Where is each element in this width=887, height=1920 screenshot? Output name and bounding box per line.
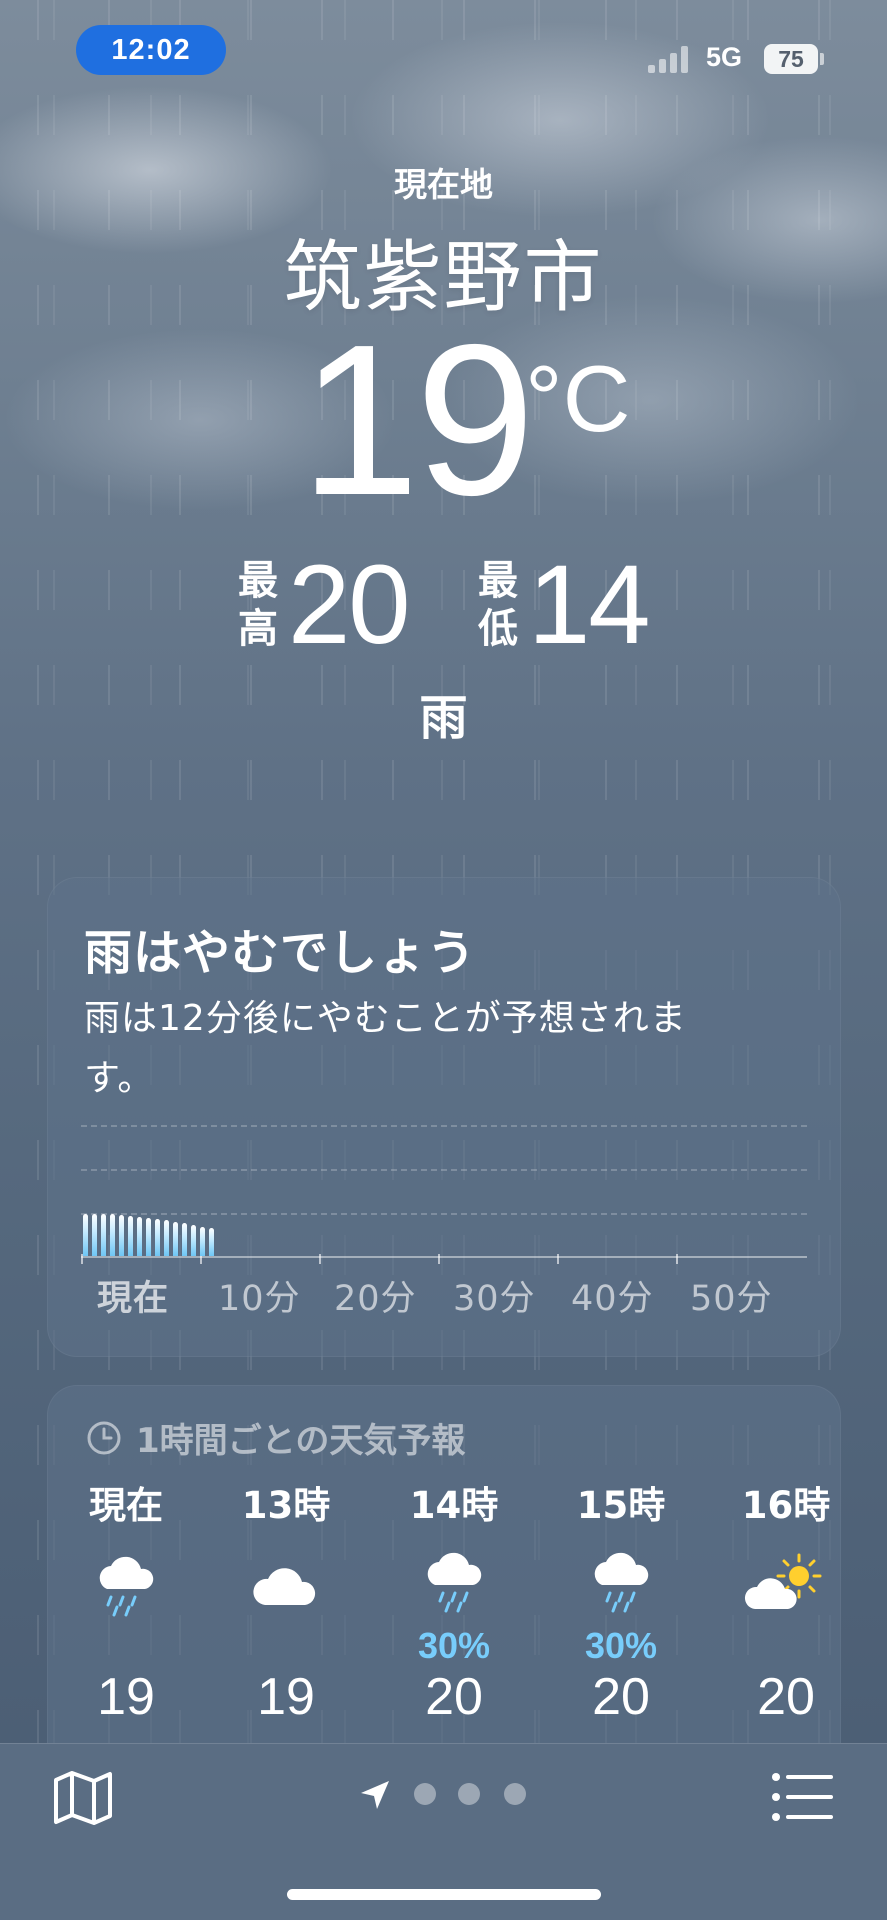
precip-chance: 30% (417, 1625, 491, 1666)
map-icon[interactable] (52, 1768, 114, 1828)
precip-bar (110, 1214, 115, 1256)
hour-column: 15時 30% 20 (556, 1475, 686, 1727)
low-temperature: 最 低 14 (478, 542, 651, 667)
low-label-1: 最 (478, 558, 518, 604)
precip-bar (119, 1215, 124, 1256)
page-dot-1[interactable] (414, 1783, 436, 1805)
hour-temp: 20 (425, 1668, 483, 1726)
page-dot-2[interactable] (458, 1783, 480, 1805)
graph-tick (438, 1254, 440, 1264)
time-label-30: 30分 (453, 1279, 536, 1319)
hour-temp: 20 (757, 1668, 815, 1726)
precip-title: 雨はやむでしょう (84, 925, 477, 981)
low-label: 最 低 (478, 557, 518, 653)
precip-bar (155, 1219, 160, 1256)
high-temperature: 最 高 20 (238, 542, 411, 667)
precip-bar (137, 1217, 142, 1256)
hourly-header: 1時間ごとの天気予報 (86, 1413, 465, 1462)
low-label-2: 低 (478, 606, 518, 652)
precip-bar (191, 1225, 196, 1256)
time-label-50: 50分 (690, 1279, 773, 1319)
precip-bar (83, 1214, 88, 1256)
hour-column: 14時 30% 20 (389, 1475, 519, 1727)
hour-column: 現在 19 (61, 1475, 191, 1727)
hour-column: 13時 19 (221, 1475, 351, 1727)
temperature-value: 19 (299, 299, 535, 540)
cloud-rain-icon (389, 1545, 519, 1633)
precip-chance (721, 1625, 851, 1667)
home-indicator[interactable] (287, 1889, 601, 1900)
network-type: 5G (706, 42, 743, 72)
hour-label: 16時 (741, 1484, 831, 1527)
status-time-text: 12:02 (111, 33, 191, 66)
precip-graph (81, 1125, 807, 1285)
location-arrow-icon[interactable] (358, 1778, 392, 1812)
precip-bar (200, 1227, 205, 1256)
graph-tick (557, 1254, 559, 1264)
precip-bar (128, 1216, 133, 1256)
clock-icon (87, 1421, 121, 1454)
weather-condition: 雨 (419, 690, 468, 746)
graph-tick (676, 1254, 678, 1264)
precip-bar (92, 1214, 97, 1256)
toolbar-divider (0, 1743, 887, 1744)
low-value: 14 (528, 542, 651, 667)
high-label-1: 最 (238, 558, 278, 604)
high-label-2: 高 (238, 606, 278, 652)
hour-label: 15時 (576, 1484, 666, 1527)
hour-column: 16時 20 (721, 1475, 851, 1727)
high-label: 最 高 (238, 557, 278, 653)
time-label-10: 10分 (218, 1279, 301, 1319)
page-dot-3[interactable] (504, 1783, 526, 1805)
signal-icon (648, 45, 693, 73)
list-icon[interactable] (771, 1770, 835, 1824)
time-label-now: 現在 (97, 1279, 170, 1319)
precip-description: 雨は12分後にやむことが予想されます。 (84, 998, 687, 1099)
graph-tick (319, 1254, 321, 1264)
precip-chance (61, 1625, 191, 1667)
high-value: 20 (288, 542, 411, 667)
location-label: 現在地 (394, 165, 493, 204)
graph-baseline (81, 1256, 807, 1258)
cloud-icon (221, 1545, 351, 1633)
hourly-title: 1時間ごとの天気予報 (136, 1421, 466, 1461)
temperature-unit: °C (525, 346, 631, 451)
precip-chance: 30% (584, 1625, 658, 1666)
time-label-40: 40分 (571, 1279, 654, 1319)
cloud-rain-icon (61, 1545, 191, 1633)
hour-label: 13時 (241, 1484, 331, 1527)
cloud-rain-icon (556, 1545, 686, 1633)
hour-label: 現在 (89, 1484, 163, 1527)
precip-bar (164, 1220, 169, 1256)
precip-bar (146, 1218, 151, 1256)
current-temperature: 19 (0, 299, 887, 540)
battery-icon: 75 (764, 44, 818, 74)
hour-temp: 19 (257, 1668, 315, 1726)
battery-level: 75 (778, 45, 804, 72)
precip-chance (221, 1625, 351, 1667)
precip-bar (173, 1222, 178, 1256)
battery-tip (820, 53, 824, 65)
hour-label: 14時 (409, 1484, 499, 1527)
time-label-20: 20分 (334, 1279, 417, 1319)
partly-sunny-icon (721, 1545, 851, 1633)
status-time[interactable]: 12:02 (76, 25, 226, 75)
precip-bar (182, 1223, 187, 1256)
hour-temp: 20 (592, 1668, 650, 1726)
precip-bar (209, 1228, 214, 1256)
hour-temp: 19 (97, 1668, 155, 1726)
precip-bar (101, 1214, 106, 1256)
precip-bars (83, 1125, 283, 1256)
